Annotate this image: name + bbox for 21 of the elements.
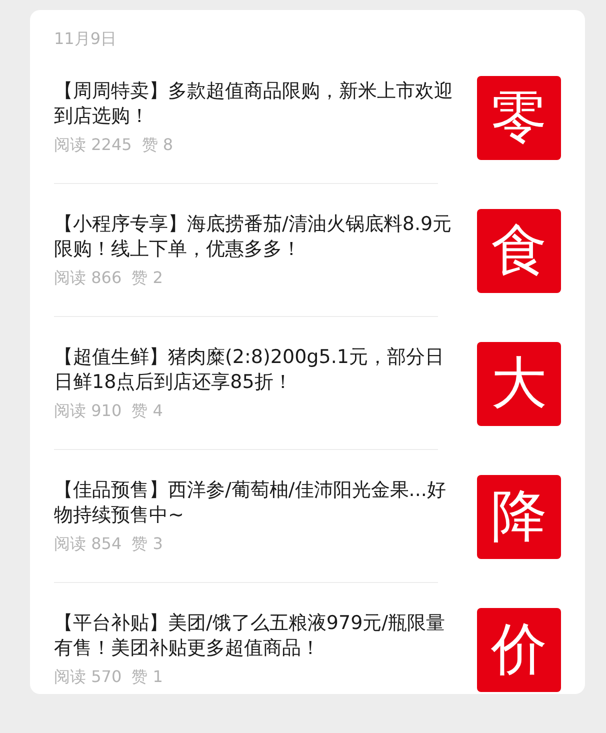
cover-thumbnail[interactable]: 大 [477,342,561,426]
like-count: 赞 8 [142,135,174,155]
cover-thumbnail[interactable]: 降 [477,475,561,559]
article-title[interactable]: 【周周特卖】多款超值商品限购，新米上市欢迎到店选购！ [54,79,461,129]
cover-thumbnail[interactable]: 价 [477,608,561,692]
article-title[interactable]: 【佳品预售】西洋参/葡萄柚/佳沛阳光金果...好物持续预售中~ [54,478,461,528]
like-count: 赞 4 [132,401,163,421]
like-count: 赞 1 [132,667,163,687]
read-count: 阅读 866 [54,268,122,288]
read-count: 阅读 570 [54,667,122,687]
like-count: 赞 2 [132,268,163,288]
cover-thumbnail[interactable]: 食 [477,209,561,293]
like-count: 赞 3 [132,534,163,554]
read-count: 阅读 854 [54,534,122,554]
date-label: 11月9日 [54,28,118,50]
article-title[interactable]: 【超值生鲜】猪肉糜(2:8)200g5.1元，部分日日鲜18点后到店还享85折！ [54,345,461,395]
article-title[interactable]: 【平台补贴】美团/饿了么五粮液979元/瓶限量有售！美团补贴更多超值商品！ [54,611,461,661]
read-count: 阅读 910 [54,401,122,421]
read-count: 阅读 2245 [54,135,132,155]
article-title[interactable]: 【小程序专享】海底捞番茄/清油火锅底料8.9元限购！线上下单，优惠多多！ [54,212,461,262]
cover-thumbnail[interactable]: 零 [477,76,561,160]
